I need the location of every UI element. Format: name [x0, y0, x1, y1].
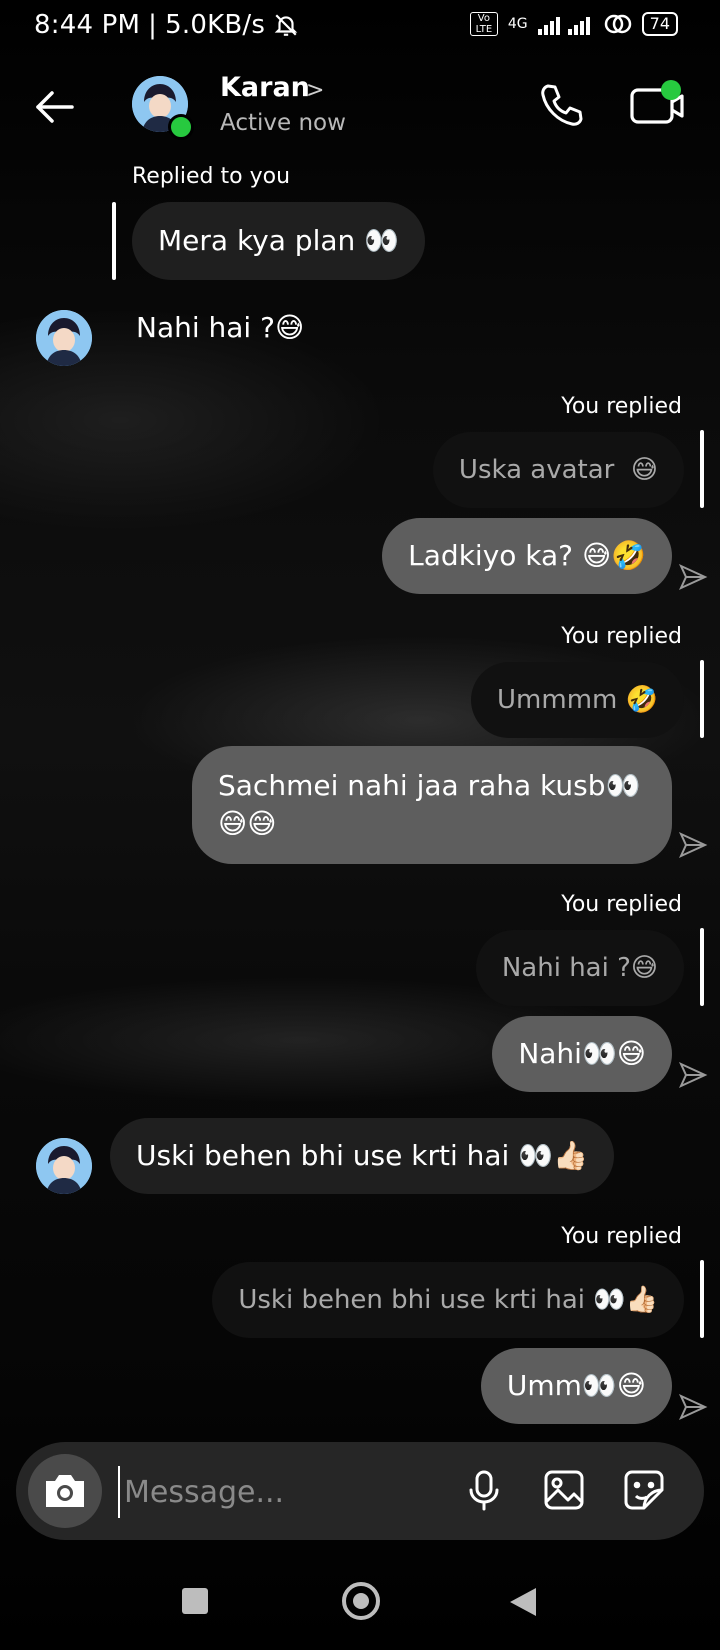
incoming-message[interactable]: Uski behen bhi use krti hai 👀👍🏻: [110, 1118, 614, 1194]
message-text: Nahi👀😅: [518, 1037, 646, 1070]
reply-bar: [112, 202, 116, 280]
phone-icon[interactable]: [536, 80, 586, 130]
presence-status: Active now: [220, 110, 346, 136]
reply-label: You replied: [561, 1224, 682, 1249]
quoted-message[interactable]: Mera kya plan 👀: [132, 202, 426, 280]
quoted-text: Nahi hai ?😅: [501, 953, 658, 983]
reply-label: You replied: [561, 624, 682, 649]
send-arrow-icon: [678, 563, 708, 591]
sender-avatar[interactable]: [36, 310, 92, 366]
reply-label: You replied: [561, 892, 682, 917]
message-input[interactable]: [118, 1466, 426, 1518]
video-notification-dot: [661, 80, 681, 100]
chevron-right-icon[interactable]: >: [306, 78, 324, 103]
reply-bar: [700, 928, 704, 1006]
message-text: Uski behen bhi use krti hai 👀👍🏻: [136, 1139, 588, 1172]
reply-bar: [700, 660, 704, 738]
outgoing-message[interactable]: Sachmei nahi jaa raha kusb👀 😅😅: [192, 746, 672, 864]
message-text: Umm👀😅: [506, 1369, 646, 1402]
system-back-icon[interactable]: [508, 1586, 538, 1618]
home-button-dot: [353, 1593, 369, 1609]
quoted-text: Uski behen bhi use krti hai 👀👍🏻: [238, 1285, 658, 1315]
outgoing-message[interactable]: Umm👀😅: [480, 1348, 672, 1424]
network-speed: 5.0KB/s: [165, 10, 266, 40]
send-arrow-icon: [678, 1393, 708, 1421]
volte-icon: Vo LTE: [469, 12, 498, 36]
status-time: 8:44 PM: [34, 10, 141, 40]
quoted-text: Ummmm 🤣: [497, 685, 658, 715]
quoted-message[interactable]: Ummmm 🤣: [471, 662, 684, 738]
battery-indicator: 74: [641, 12, 678, 36]
bell-muted-icon: [274, 14, 298, 36]
reply-bar: [700, 430, 704, 508]
image-icon[interactable]: [542, 1468, 586, 1512]
online-status-dot: [168, 114, 194, 140]
outgoing-message[interactable]: Nahi👀😅: [492, 1016, 672, 1092]
quoted-message[interactable]: Nahi hai ?😅: [475, 930, 684, 1006]
status-bar-left: 8:44 PM | 5.0KB/s: [34, 10, 299, 40]
sender-avatar[interactable]: [36, 1138, 92, 1194]
message-text: Ladkiyo ka? 😅🤣: [408, 539, 646, 572]
signal-icon: [537, 17, 590, 35]
outgoing-message[interactable]: Ladkiyo ka? 😅🤣: [382, 518, 672, 594]
send-arrow-icon: [678, 831, 708, 859]
camera-button[interactable]: [28, 1454, 102, 1528]
incoming-message[interactable]: Nahi hai ?😅: [110, 290, 330, 366]
send-arrow-icon: [678, 1061, 708, 1089]
avatar-illustration: [36, 310, 92, 366]
status-bar-right: Vo LTE 4G 74: [469, 12, 678, 36]
back-arrow-icon[interactable]: [30, 82, 80, 132]
sticker-icon[interactable]: [622, 1468, 666, 1512]
hotspot-icon: [604, 14, 631, 34]
status-separator: |: [148, 10, 158, 40]
quoted-text: Mera kya plan 👀: [158, 224, 400, 257]
microphone-icon[interactable]: [462, 1468, 506, 1512]
quoted-message[interactable]: Uski behen bhi use krti hai 👀👍🏻: [212, 1262, 684, 1338]
quoted-text: Uska avatar 😅: [458, 455, 658, 485]
reply-label: Replied to you: [132, 164, 291, 189]
reply-label: You replied: [561, 394, 682, 419]
avatar-illustration: [36, 1138, 92, 1194]
message-text: Sachmei nahi jaa raha kusb👀 😅😅: [218, 769, 641, 840]
network-type: 4G: [507, 16, 528, 32]
camera-icon: [46, 1475, 84, 1507]
reply-bar: [700, 1260, 704, 1338]
recent-apps-button[interactable]: [182, 1588, 208, 1614]
quoted-message[interactable]: Uska avatar 😅: [432, 432, 684, 508]
message-text: Nahi hai ?😅: [136, 311, 305, 344]
contact-name[interactable]: Karan: [220, 72, 310, 103]
